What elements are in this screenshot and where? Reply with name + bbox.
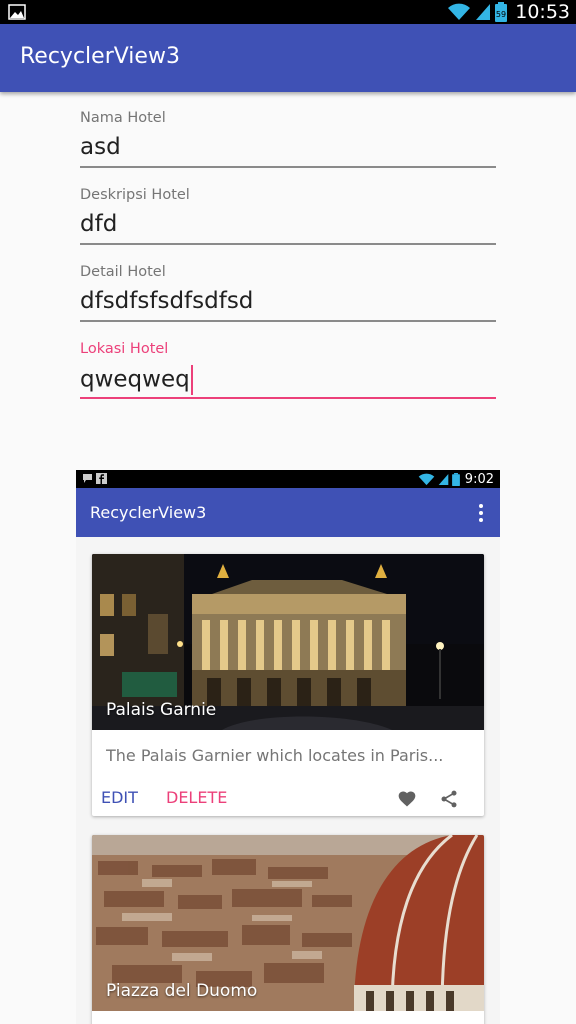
deskripsi-hotel-input[interactable]: dfd	[80, 211, 496, 245]
preview-battery-icon	[451, 472, 460, 486]
card-description: The Palais Garnier which locates in Pari…	[106, 746, 444, 765]
hotel-card[interactable]: Piazza del Duomo	[92, 835, 484, 1024]
facebook-icon	[96, 473, 107, 484]
preview-status-bar: 9:02	[76, 470, 500, 488]
deskripsi-hotel-underline	[80, 243, 496, 245]
lokasi-hotel-underline	[80, 397, 496, 399]
preview-screenshot: 9:02 RecyclerView3 Palais Garnie The Pal…	[76, 470, 500, 1024]
preview-signal-icon	[438, 473, 449, 485]
battery-icon: 59	[495, 2, 508, 22]
detail-hotel-underline	[80, 320, 496, 322]
image-notification-icon	[8, 4, 26, 20]
clock: 10:53	[515, 1, 570, 23]
chat-icon	[83, 474, 92, 483]
lokasi-hotel-value: qweqweq	[80, 366, 190, 393]
lokasi-hotel-label: Lokasi Hotel	[80, 341, 169, 357]
hotel-photo: Piazza del Duomo	[92, 835, 484, 1011]
app-title: RecyclerView3	[20, 44, 180, 69]
nama-hotel-underline	[80, 166, 496, 168]
deskripsi-hotel-label: Deskripsi Hotel	[80, 187, 190, 203]
edit-button[interactable]: EDIT	[101, 788, 138, 807]
detail-hotel-input[interactable]: dfsdfsfsdfsdfsd	[80, 288, 496, 322]
heart-icon[interactable]	[397, 789, 417, 809]
hotel-photo: Palais Garnie	[92, 554, 484, 730]
preview-status-icons: 9:02	[418, 470, 494, 488]
lokasi-hotel-field[interactable]: Lokasi Hotel qweqweq	[80, 341, 496, 418]
card-title: Piazza del Duomo	[106, 981, 258, 1001]
preview-wifi-icon	[418, 473, 435, 485]
card-actions: EDIT DELETE	[92, 786, 484, 816]
lokasi-hotel-input[interactable]: qweqweq	[80, 365, 496, 399]
battery-level: 59	[496, 10, 506, 19]
preview-notifications	[82, 473, 107, 484]
nama-hotel-field[interactable]: Nama Hotel asd	[80, 110, 496, 187]
hotel-card[interactable]: Palais Garnie The Palais Garnier which l…	[92, 554, 484, 816]
overflow-menu-icon[interactable]	[478, 504, 484, 522]
share-icon[interactable]	[439, 789, 459, 809]
nama-hotel-label: Nama Hotel	[80, 110, 166, 126]
nama-hotel-input[interactable]: asd	[80, 134, 496, 168]
detail-hotel-field[interactable]: Detail Hotel dfsdfsfsdfsdfsd	[80, 264, 496, 341]
wifi-icon	[448, 3, 471, 20]
preview-clock: 9:02	[464, 471, 494, 487]
status-icons: 59 10:53	[447, 1, 570, 23]
app-bar: RecyclerView3	[0, 24, 576, 92]
delete-button[interactable]: DELETE	[166, 788, 227, 807]
card-title: Palais Garnie	[106, 700, 217, 720]
preview-app-title: RecyclerView3	[90, 503, 207, 522]
text-cursor	[190, 365, 193, 395]
detail-hotel-label: Detail Hotel	[80, 264, 166, 280]
deskripsi-hotel-field[interactable]: Deskripsi Hotel dfd	[80, 187, 496, 264]
preview-app-bar: RecyclerView3	[76, 488, 500, 537]
signal-icon	[476, 4, 491, 20]
status-bar: 59 10:53	[0, 0, 576, 24]
